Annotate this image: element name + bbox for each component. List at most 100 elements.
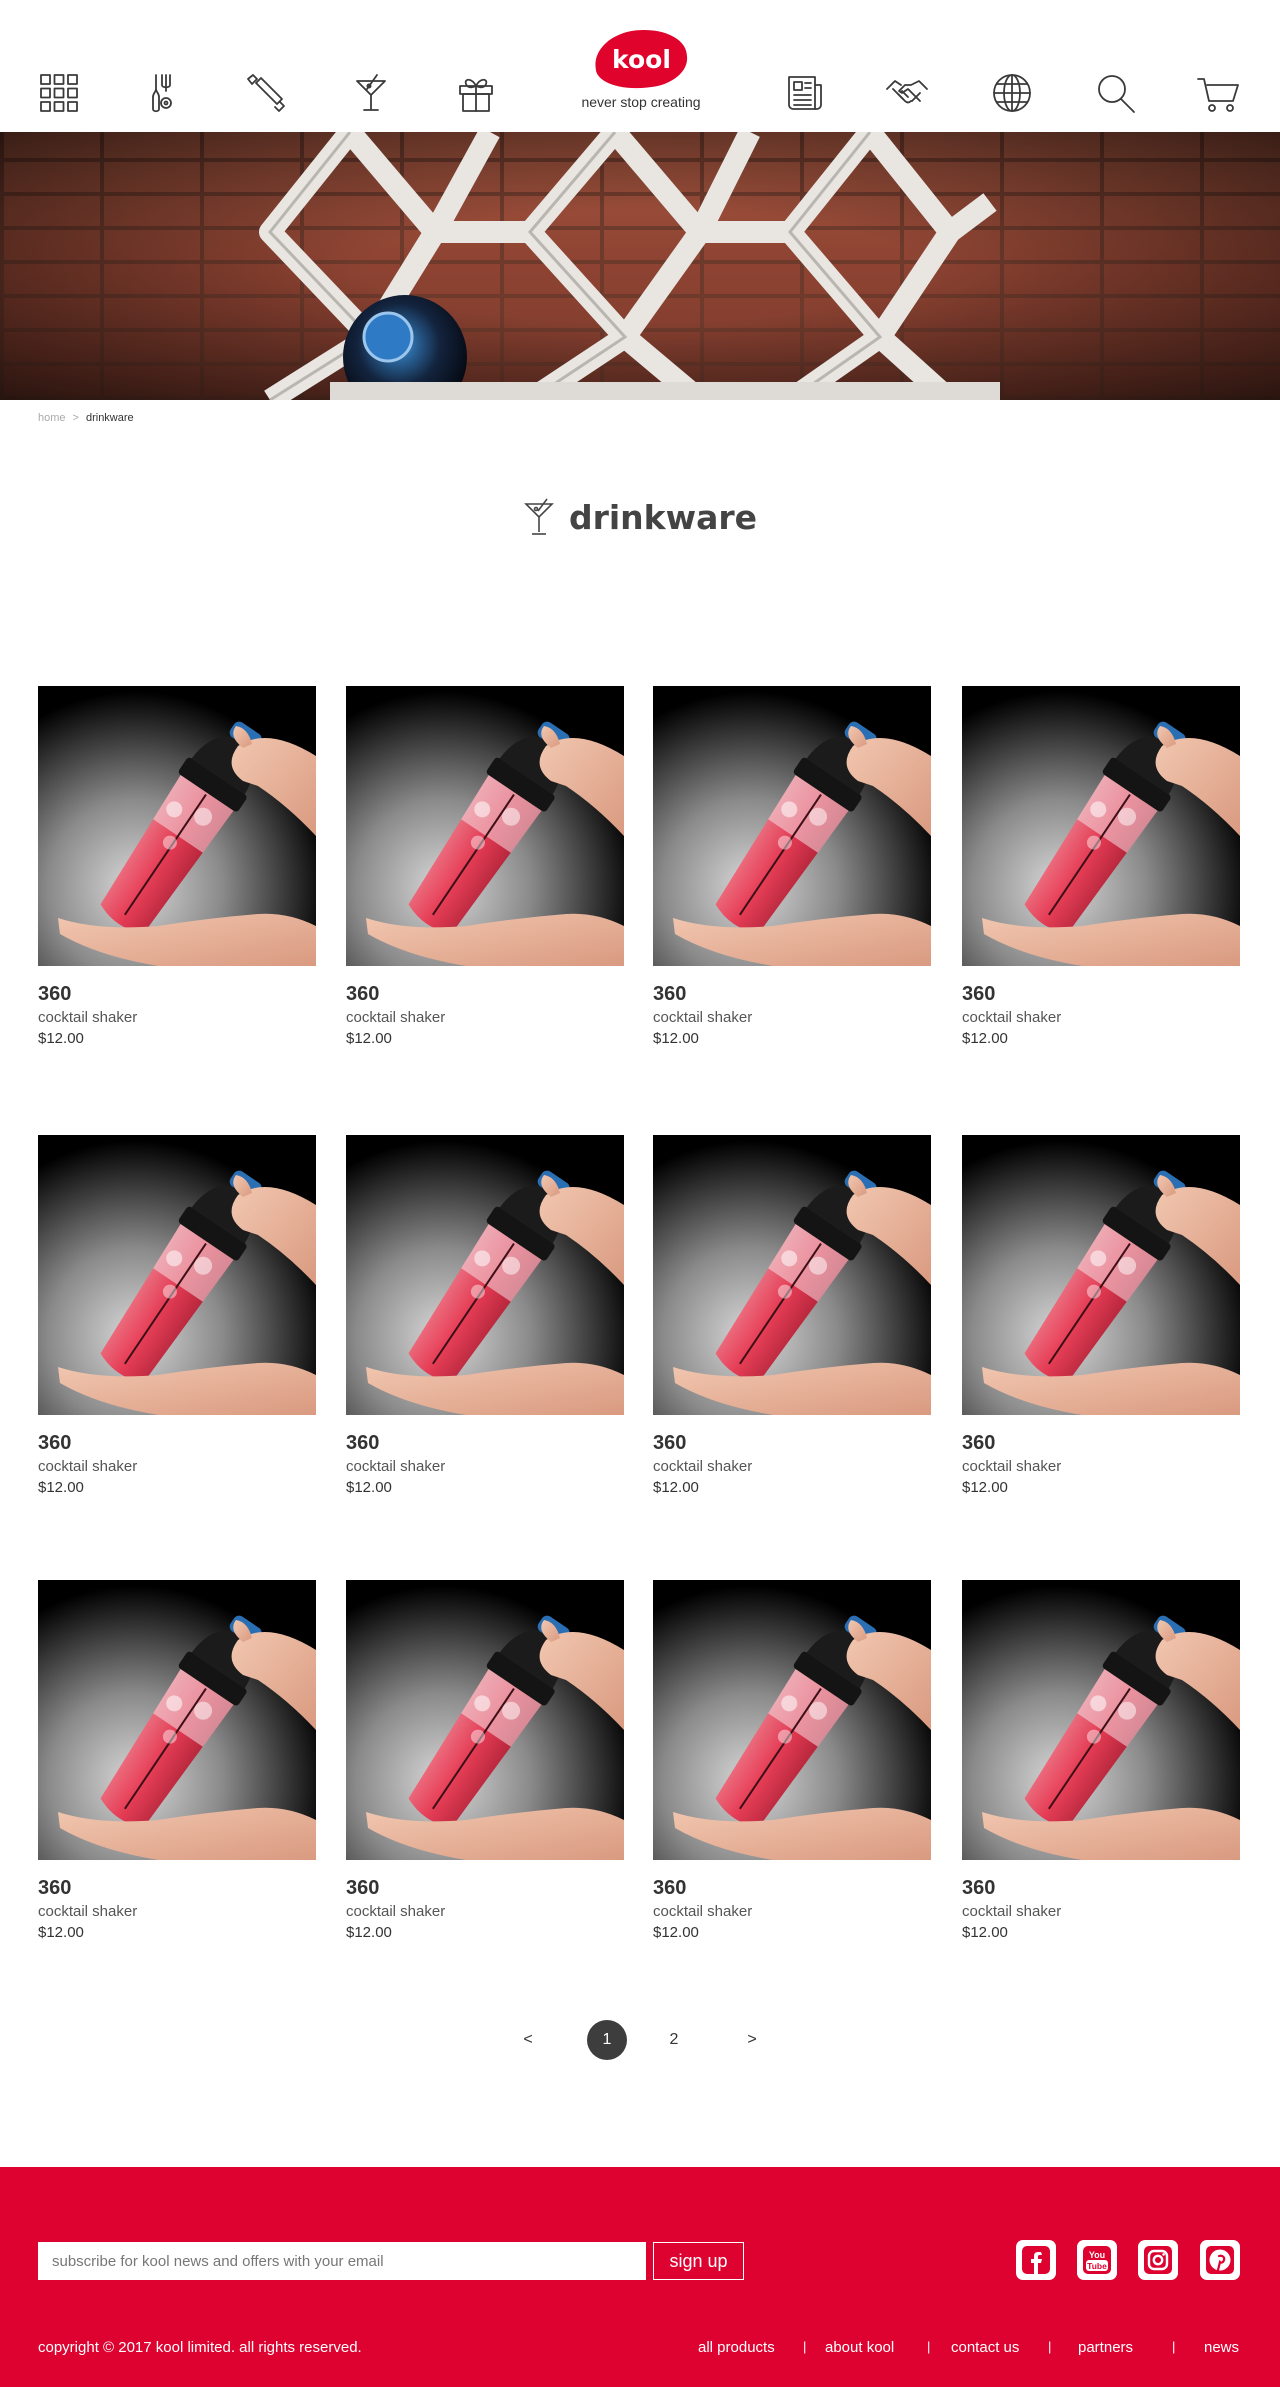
product-name[interactable]: 360: [962, 983, 1240, 1006]
logo-mark: kool: [592, 25, 690, 93]
product-card[interactable]: 360 cocktail shaker $12.00: [346, 686, 624, 1047]
footer-separator: |: [1048, 2339, 1052, 2354]
product-description: cocktail shaker: [38, 1458, 138, 1475]
wine-rack-image: [259, 132, 1000, 400]
pagination-next[interactable]: >: [742, 2020, 762, 2060]
product-card[interactable]: 360 cocktail shaker $12.00: [653, 1135, 931, 1496]
product-image[interactable]: [653, 686, 931, 966]
product-price: $12.00: [38, 1479, 84, 1496]
pagination: < 1 2 >: [0, 2020, 1280, 2064]
handshake-icon[interactable]: [884, 70, 930, 116]
copyright-text: copyright © 2017 kool limited. all right…: [38, 2339, 362, 2356]
product-description: cocktail shaker: [653, 1009, 753, 1026]
product-card[interactable]: 360 cocktail shaker $12.00: [962, 686, 1240, 1047]
product-name[interactable]: 360: [653, 1432, 931, 1455]
category-heading: drinkware: [568, 497, 758, 537]
product-name[interactable]: 360: [346, 1877, 624, 1900]
footer-separator: |: [803, 2339, 807, 2354]
site-footer: sign up YouTube copyright © 2017 kool li…: [0, 2167, 1280, 2387]
footer-link-all-products[interactable]: all products: [698, 2339, 775, 2356]
news-icon[interactable]: [782, 70, 828, 116]
breadcrumb-current: drinkware: [85, 412, 134, 424]
product-image[interactable]: [962, 1580, 1240, 1860]
product-card[interactable]: 360 cocktail shaker $12.00: [38, 686, 316, 1047]
cart-icon[interactable]: [1195, 70, 1241, 116]
product-image[interactable]: [38, 1135, 316, 1415]
breadcrumb: home > drinkware: [38, 412, 1280, 426]
product-name[interactable]: 360: [38, 983, 316, 1006]
product-description: cocktail shaker: [346, 1009, 446, 1026]
sign-up-button[interactable]: sign up: [653, 2242, 744, 2280]
logo-tagline: never stop creating: [581, 94, 701, 110]
product-card[interactable]: 360 cocktail shaker $12.00: [38, 1135, 316, 1496]
product-description: cocktail shaker: [962, 1903, 1062, 1920]
breadcrumb-separator: >: [72, 412, 79, 424]
product-card[interactable]: 360 cocktail shaker $12.00: [653, 1580, 931, 1941]
product-description: cocktail shaker: [346, 1458, 446, 1475]
search-icon[interactable]: [1093, 70, 1139, 116]
product-image[interactable]: [38, 686, 316, 966]
youtube-icon[interactable]: You Tube: [1077, 2240, 1117, 2280]
breadcrumb-home[interactable]: home: [38, 412, 66, 424]
kitchen-utensils-icon[interactable]: [138, 70, 184, 116]
product-description: cocktail shaker: [962, 1458, 1062, 1475]
product-price: $12.00: [653, 1479, 699, 1496]
grid-menu-icon[interactable]: [36, 70, 82, 116]
svg-text:Tube: Tube: [1087, 2261, 1107, 2271]
site-header: kool never stop creating: [0, 0, 1280, 132]
product-image[interactable]: [653, 1580, 931, 1860]
product-card[interactable]: 360 cocktail shaker $12.00: [962, 1580, 1240, 1941]
product-description: cocktail shaker: [962, 1009, 1062, 1026]
product-image[interactable]: [346, 1135, 624, 1415]
product-card[interactable]: 360 cocktail shaker $12.00: [346, 1580, 624, 1941]
footer-separator: |: [1172, 2339, 1176, 2354]
product-name[interactable]: 360: [38, 1877, 316, 1900]
cocktail-glass-icon[interactable]: [348, 70, 394, 116]
gift-icon[interactable]: [453, 70, 499, 116]
product-description: cocktail shaker: [38, 1903, 138, 1920]
product-name[interactable]: 360: [962, 1432, 1240, 1455]
page-title: drinkware: [0, 494, 1280, 540]
product-name[interactable]: 360: [653, 1877, 931, 1900]
globe-icon[interactable]: [989, 70, 1035, 116]
product-card[interactable]: 360 cocktail shaker $12.00: [653, 686, 931, 1047]
product-description: cocktail shaker: [653, 1458, 753, 1475]
product-name[interactable]: 360: [653, 983, 931, 1006]
product-image[interactable]: [962, 686, 1240, 966]
product-description: cocktail shaker: [653, 1903, 753, 1920]
product-image[interactable]: [346, 1580, 624, 1860]
product-description: cocktail shaker: [38, 1009, 138, 1026]
product-grid: 360 cocktail shaker $12.00 360 cocktail shak…: [0, 540, 1280, 1941]
subscribe-email-input[interactable]: [38, 2242, 646, 2280]
product-image[interactable]: [346, 686, 624, 966]
product-name[interactable]: 360: [38, 1432, 316, 1455]
product-card[interactable]: 360 cocktail shaker $12.00: [346, 1135, 624, 1496]
pagination-page-2[interactable]: 2: [660, 2020, 688, 2060]
product-price: $12.00: [38, 1924, 84, 1941]
hero-banner: [0, 132, 1280, 400]
product-image[interactable]: [38, 1580, 316, 1860]
pinterest-icon[interactable]: [1200, 2240, 1240, 2280]
footer-link-contact[interactable]: contact us: [951, 2339, 1019, 2356]
product-price: $12.00: [653, 1030, 699, 1047]
product-card[interactable]: 360 cocktail shaker $12.00: [962, 1135, 1240, 1496]
product-name[interactable]: 360: [346, 1432, 624, 1455]
footer-separator: |: [927, 2339, 931, 2354]
facebook-icon[interactable]: [1016, 2240, 1056, 2280]
instagram-icon[interactable]: [1138, 2240, 1178, 2280]
rolling-pin-icon[interactable]: [243, 70, 289, 116]
product-name[interactable]: 360: [346, 983, 624, 1006]
product-image[interactable]: [962, 1135, 1240, 1415]
kool-logo[interactable]: kool never stop creating: [578, 25, 704, 110]
footer-link-news[interactable]: news: [1204, 2339, 1239, 2356]
pagination-page-1[interactable]: 1: [587, 2020, 627, 2060]
footer-link-about[interactable]: about kool: [825, 2339, 894, 2356]
product-card[interactable]: 360 cocktail shaker $12.00: [38, 1580, 316, 1941]
product-image[interactable]: [653, 1135, 931, 1415]
pagination-prev[interactable]: <: [518, 2020, 538, 2060]
footer-link-partners[interactable]: partners: [1078, 2339, 1133, 2356]
product-name[interactable]: 360: [962, 1877, 1240, 1900]
product-price: $12.00: [346, 1924, 392, 1941]
product-price: $12.00: [38, 1030, 84, 1047]
cocktail-glass-icon: [524, 498, 554, 535]
